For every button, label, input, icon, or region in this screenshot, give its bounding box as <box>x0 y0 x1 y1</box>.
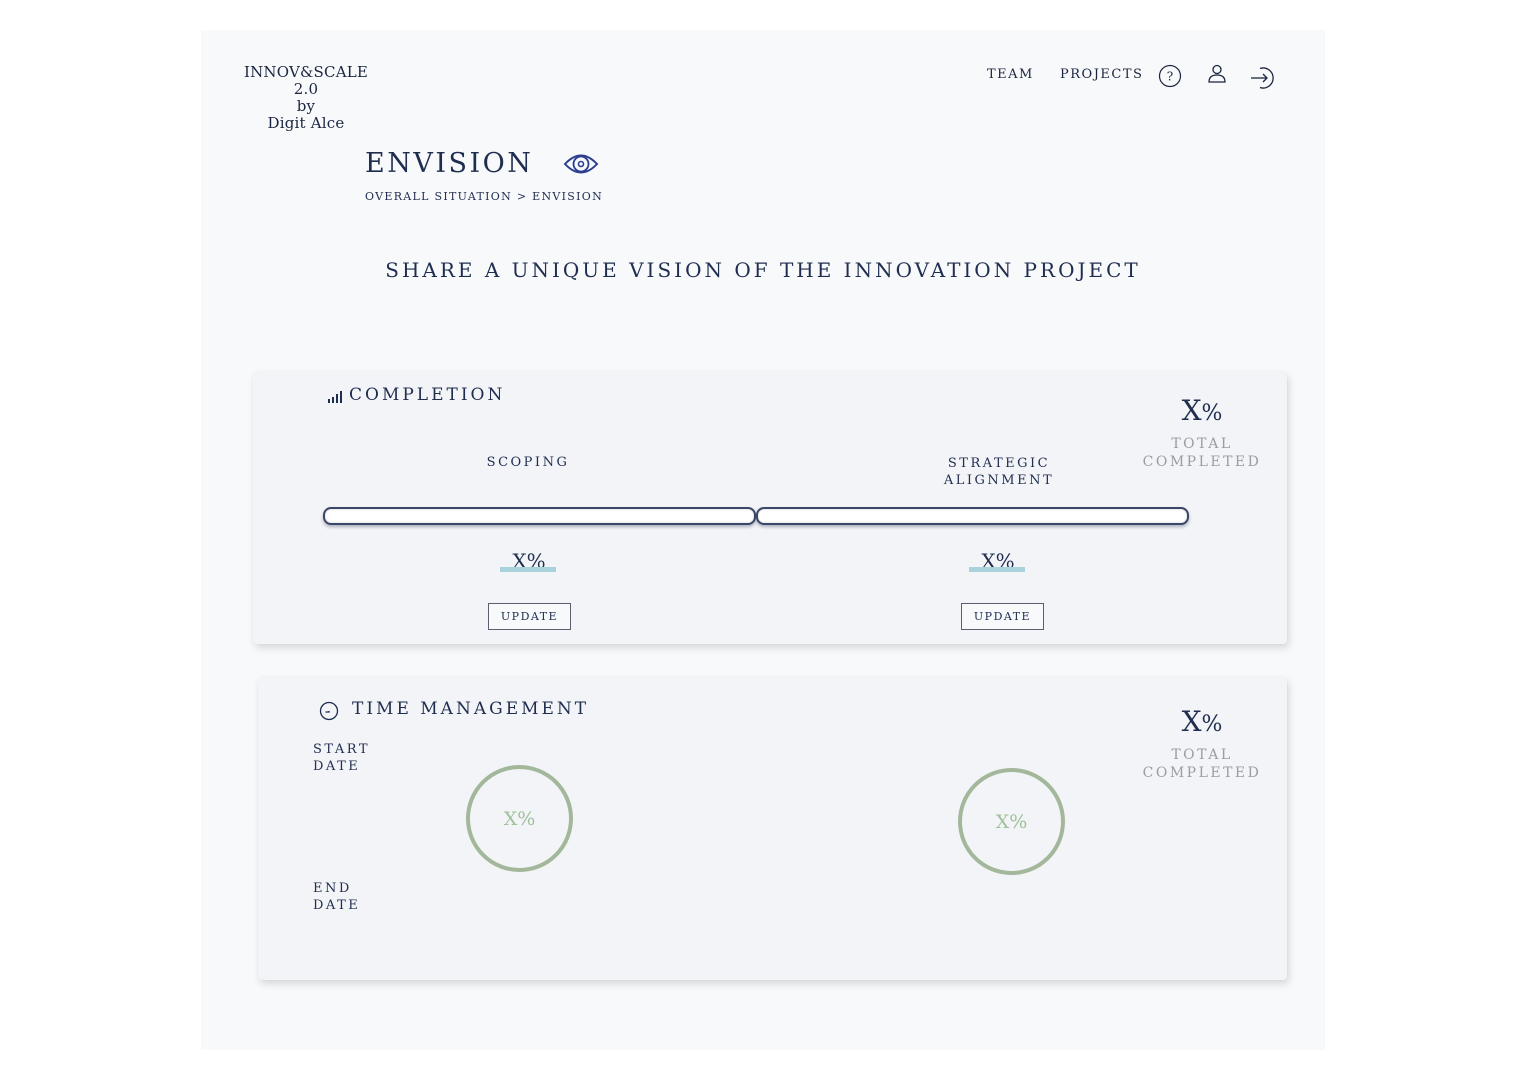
nav-projects-link[interactable]: PROJECTS <box>1060 67 1143 82</box>
phase-value-underline <box>969 567 1025 572</box>
progress-bar-scoping <box>323 507 756 525</box>
start-date-label-line2: DATE <box>313 759 361 774</box>
page-title: ENVISION <box>365 148 534 179</box>
time-total-label-line1: TOTAL <box>1171 747 1233 763</box>
phase-label-scoping-line1: SCOPING <box>486 455 570 470</box>
user-icon[interactable] <box>1206 63 1228 89</box>
update-strategic-alignment-button[interactable]: UPDATE <box>961 603 1044 630</box>
progress-bar-strategic-alignment <box>756 507 1189 525</box>
update-scoping-button[interactable]: UPDATE <box>488 603 571 630</box>
completion-total-number: X <box>1181 394 1202 427</box>
time-management-title: TIME MANAGEMENT <box>352 699 590 719</box>
phase-label-strategic-line2: ALIGNMENT <box>943 473 1055 488</box>
page: INNOV&SCALE 2.0 by Digit Alce TEAM PROJE… <box>201 30 1325 1050</box>
time-management-card: TIME MANAGEMENT START DATE END DATE X% X… <box>258 677 1287 980</box>
eye-icon[interactable] <box>563 149 599 183</box>
logout-icon[interactable] <box>1250 65 1276 95</box>
svg-text:?: ? <box>1167 70 1173 84</box>
completion-total-value: X% <box>1153 394 1251 427</box>
start-date-label-line1: START <box>313 742 370 757</box>
completion-total-label-line1: TOTAL <box>1171 436 1233 452</box>
completion-total-label: TOTAL COMPLETED <box>1133 435 1271 471</box>
time-total-label-line2: COMPLETED <box>1142 765 1262 781</box>
nav-team-link[interactable]: TEAM <box>987 67 1034 82</box>
time-total-value: X% <box>1153 705 1251 738</box>
brand-by: by <box>296 97 316 115</box>
brand-name: INNOV&SCALE 2.0 <box>243 63 369 98</box>
phase-label-strategic-alignment: STRATEGIC ALIGNMENT <box>919 455 1079 489</box>
phase-label-strategic-line1: STRATEGIC <box>947 456 1051 471</box>
brand-logo[interactable]: INNOV&SCALE 2.0 by Digit Alce <box>239 64 373 132</box>
time-total-sign: % <box>1201 712 1223 737</box>
breadcrumb[interactable]: OVERALL SITUATION > ENVISION <box>365 190 603 203</box>
project-tagline: SHARE A UNIQUE VISION OF THE INNOVATION … <box>385 258 1141 282</box>
start-date-label: START DATE <box>313 741 370 775</box>
time-total-label: TOTAL COMPLETED <box>1133 746 1271 782</box>
help-icon[interactable]: ? <box>1158 64 1182 92</box>
completion-total-label-line2: COMPLETED <box>1142 454 1262 470</box>
time-total-number: X <box>1181 705 1202 738</box>
progress-ring-scoping: X% <box>466 765 573 872</box>
brand-company: Digit Alce <box>267 114 345 132</box>
clock-icon <box>319 701 339 725</box>
phase-value-underline <box>500 567 556 572</box>
progress-ring-strategic-alignment: X% <box>958 768 1065 875</box>
completion-card: COMPLETION X% TOTAL COMPLETED SCOPING ST… <box>253 372 1287 644</box>
signal-bars-icon <box>327 389 343 408</box>
end-date-label-line1: END <box>313 881 352 896</box>
end-date-label: END DATE <box>313 880 360 914</box>
completion-total-sign: % <box>1201 401 1223 426</box>
completion-title: COMPLETION <box>349 385 506 405</box>
end-date-label-line2: DATE <box>313 898 361 913</box>
phase-label-scoping: SCOPING <box>448 454 608 471</box>
